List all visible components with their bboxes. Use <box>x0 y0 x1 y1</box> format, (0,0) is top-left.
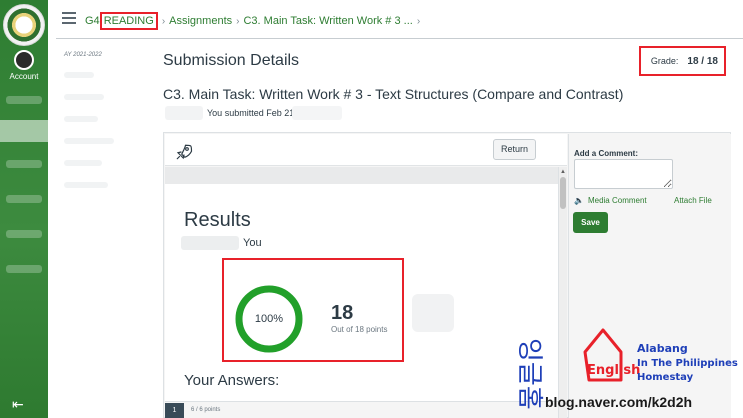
question-points: 6 / 6 points <box>191 407 221 413</box>
return-button[interactable]: Return <box>493 139 536 160</box>
collapse-nav-icon[interactable]: ⇤ <box>12 396 24 413</box>
watermark-english: English <box>587 363 640 378</box>
answers-title: Your Answers: <box>184 372 280 389</box>
add-comment-label: Add a Comment: <box>574 149 638 158</box>
watermark-homestay: Homestay <box>637 372 694 383</box>
global-nav: Account ⇤ <box>0 0 48 418</box>
course-nav-item[interactable] <box>64 116 98 122</box>
watermark-url: blog.naver.com/k2d2h <box>545 394 693 410</box>
submitted-time-redacted <box>292 106 342 120</box>
grade-box: Grade: 18 / 18 <box>639 46 726 76</box>
save-button[interactable]: Save <box>573 212 608 233</box>
breadcrumb-assignments[interactable]: Assignments <box>169 15 232 27</box>
header-divider <box>56 38 743 39</box>
breadcrumb-separator-icon: › <box>416 15 421 27</box>
course-nav-item[interactable] <box>64 138 114 144</box>
score-percent: 100% <box>254 313 284 325</box>
viewer-strip <box>165 167 560 184</box>
breadcrumb: G4 READING › Assignments › C3. Main Task… <box>85 12 424 30</box>
attach-file-link[interactable]: Attach File <box>674 196 712 205</box>
account-nav-item[interactable]: Account <box>0 50 48 86</box>
nav-item-blurred[interactable] <box>6 230 42 238</box>
breadcrumb-section[interactable]: READING <box>99 12 158 30</box>
scroll-thumb[interactable] <box>560 177 566 209</box>
student-name-redacted <box>165 106 203 120</box>
breadcrumb-course[interactable]: G4 <box>85 15 100 27</box>
nav-item-blurred[interactable] <box>6 160 42 168</box>
nav-item-selected[interactable] <box>0 120 48 142</box>
hamburger-menu-icon[interactable] <box>62 12 76 24</box>
score-out-of: Out of 18 points <box>331 325 388 334</box>
grade-value: 18 / 18 <box>687 55 718 67</box>
score-value: 18 <box>331 302 354 324</box>
course-nav: AY 2021-2022 <box>56 40 150 418</box>
grade-label: Grade: <box>650 56 679 66</box>
question-row <box>165 401 558 418</box>
avatar <box>14 50 34 70</box>
media-comment-link[interactable]: 🔈 Media Comment <box>574 196 647 205</box>
account-label: Account <box>9 72 39 81</box>
redacted-area <box>412 294 454 332</box>
rocket-icon <box>176 144 193 160</box>
breadcrumb-separator-icon: › <box>236 15 240 27</box>
speaker-icon: 🔈 <box>574 196 584 205</box>
nav-item-blurred[interactable] <box>6 265 42 273</box>
results-title: Results <box>184 209 251 231</box>
breadcrumb-separator-icon: › <box>161 15 166 27</box>
assignment-title: C3. Main Task: Written Work # 3 - Text S… <box>163 86 624 102</box>
scroll-up-icon[interactable]: ▲ <box>560 169 566 175</box>
you-label: You <box>243 237 262 249</box>
watermark-philippines: In The Philippines <box>637 358 738 369</box>
submitted-date: You submitted Feb 21 <box>207 108 295 118</box>
course-year: AY 2021-2022 <box>64 52 102 58</box>
school-logo[interactable] <box>3 4 45 46</box>
nav-item-blurred[interactable] <box>6 96 42 104</box>
course-nav-item[interactable] <box>64 94 104 100</box>
nav-item-blurred[interactable] <box>6 195 42 203</box>
student-name-redacted <box>181 236 239 250</box>
question-number[interactable]: 1 <box>165 403 184 418</box>
watermark-alabang: Alabang <box>637 342 688 355</box>
page-title: Submission Details <box>163 52 300 69</box>
course-nav-item[interactable] <box>64 72 94 78</box>
course-nav-item[interactable] <box>64 182 108 188</box>
breadcrumb-assignment[interactable]: C3. Main Task: Written Work # 3 ... <box>243 15 412 27</box>
comment-input[interactable] <box>574 159 673 189</box>
course-nav-item[interactable] <box>64 160 102 166</box>
watermark-korean: 잉글홈 <box>515 338 544 410</box>
media-comment-label: Media Comment <box>587 196 647 205</box>
